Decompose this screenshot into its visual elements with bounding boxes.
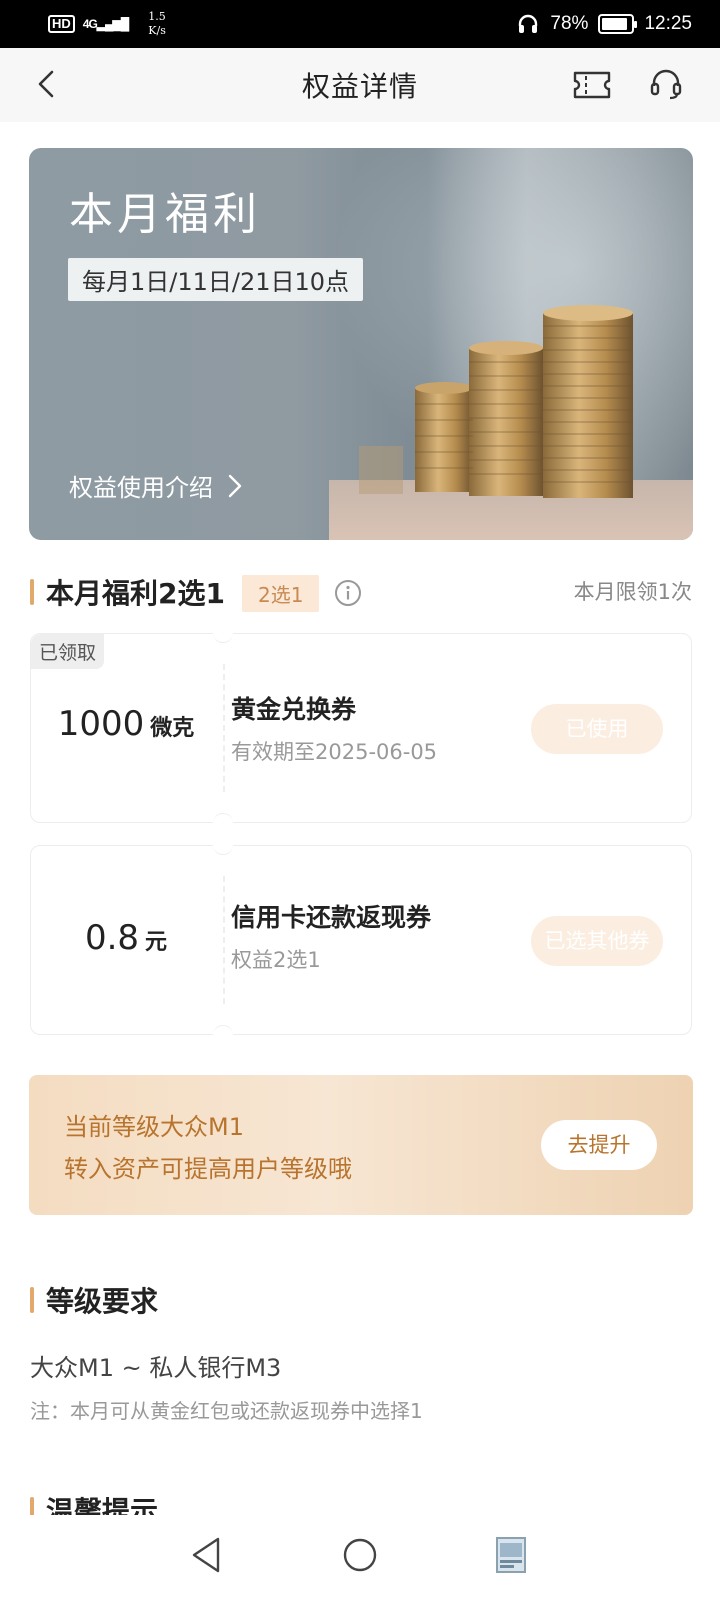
credit-card-cashback-coupon: 0.8 元 信用卡还款返现券 权益2选1 已选其他券 <box>30 845 692 1035</box>
customer-service-icon[interactable] <box>648 66 684 102</box>
coupon-description: 权益2选1 <box>231 948 321 972</box>
level-requirement-section-title: 等级要求 <box>30 1280 158 1320</box>
info-icon[interactable] <box>334 579 362 607</box>
monthly-benefit-section-title: 本月福利2选1 <box>30 572 225 612</box>
nav-recent-apps-icon[interactable] <box>494 1535 528 1575</box>
benefit-banner: 本月福利 每月1日/11日/21日10点 权益使用介绍 <box>29 148 693 540</box>
battery-icon <box>598 14 638 34</box>
coupon-amount: 0.8 元 <box>31 918 221 958</box>
coupon-expiry: 有效期至2025-06-05 <box>231 740 438 764</box>
upgrade-button[interactable]: 去提升 <box>541 1120 657 1170</box>
section-title-text: 等级要求 <box>46 1285 159 1318</box>
gold-exchange-coupon: 已领取 1000 微克 黄金兑换券 有效期至2025-06-05 已使用 <box>30 633 692 823</box>
coupon-name: 黄金兑换券 <box>231 695 357 724</box>
coupon-amount: 1000 微克 <box>31 704 221 744</box>
benefit-intro-link[interactable]: 权益使用介绍 <box>69 468 243 503</box>
speed-value: 1.5 <box>148 10 166 23</box>
coupon-name: 信用卡还款返现券 <box>231 903 432 932</box>
current-level-text: 当前等级大众M1 <box>64 1113 244 1141</box>
chevron-right-icon <box>228 474 242 497</box>
level-note-text: 注：本月可从黄金红包或还款返现券中选择1 <box>30 1399 423 1423</box>
received-badge: 已领取 <box>31 634 105 669</box>
section-title-text: 本月福利2选1 <box>46 577 225 610</box>
headphones-icon <box>519 14 538 33</box>
signal-icon: 4G▂▄▆█ <box>82 17 129 31</box>
nav-home-icon[interactable] <box>342 1537 378 1573</box>
battery-percent: 78% <box>550 13 589 34</box>
nav-back-icon[interactable] <box>188 1535 224 1575</box>
section-accent-bar <box>30 1287 34 1313</box>
choose-one-badge: 2选1 <box>242 575 320 612</box>
used-button[interactable]: 已使用 <box>531 704 663 754</box>
ticket-icon[interactable] <box>572 70 612 100</box>
selected-other-button[interactable]: 已选其他券 <box>531 916 663 966</box>
system-navigation-bar <box>0 1515 720 1600</box>
coupon-amount-value: 0.8 <box>84 918 140 958</box>
network-type: 4G <box>82 17 98 31</box>
speed-unit: K/s <box>148 24 166 37</box>
coupon-amount-unit: 元 <box>145 930 168 955</box>
benefit-intro-label: 权益使用介绍 <box>69 474 213 502</box>
top-app-bar: 权益详情 <box>0 48 720 122</box>
upgrade-hint-text: 转入资产可提高用户等级哦 <box>64 1155 352 1183</box>
section-accent-bar <box>30 579 34 605</box>
banner-schedule: 每月1日/11日/21日10点 <box>68 258 364 301</box>
status-bar: HD 4G▂▄▆█ 1.5 K/s 78% 12:25 <box>0 0 720 48</box>
coupon-amount-unit: 微克 <box>150 716 195 741</box>
coupon-amount-value: 1000 <box>57 704 145 744</box>
monthly-limit-text: 本月限领1次 <box>573 580 692 604</box>
clock: 12:25 <box>644 13 692 34</box>
back-arrow-icon[interactable] <box>30 66 66 102</box>
upgrade-level-card: 当前等级大众M1 转入资产可提高用户等级哦 去提升 <box>29 1075 693 1215</box>
network-speed: 1.5 K/s <box>148 10 166 38</box>
level-range-text: 大众M1 ~ 私人银行M3 <box>30 1354 282 1382</box>
banner-title: 本月福利 <box>69 189 261 240</box>
page-title: 权益详情 <box>301 70 418 103</box>
hd-indicator: HD <box>48 15 75 33</box>
